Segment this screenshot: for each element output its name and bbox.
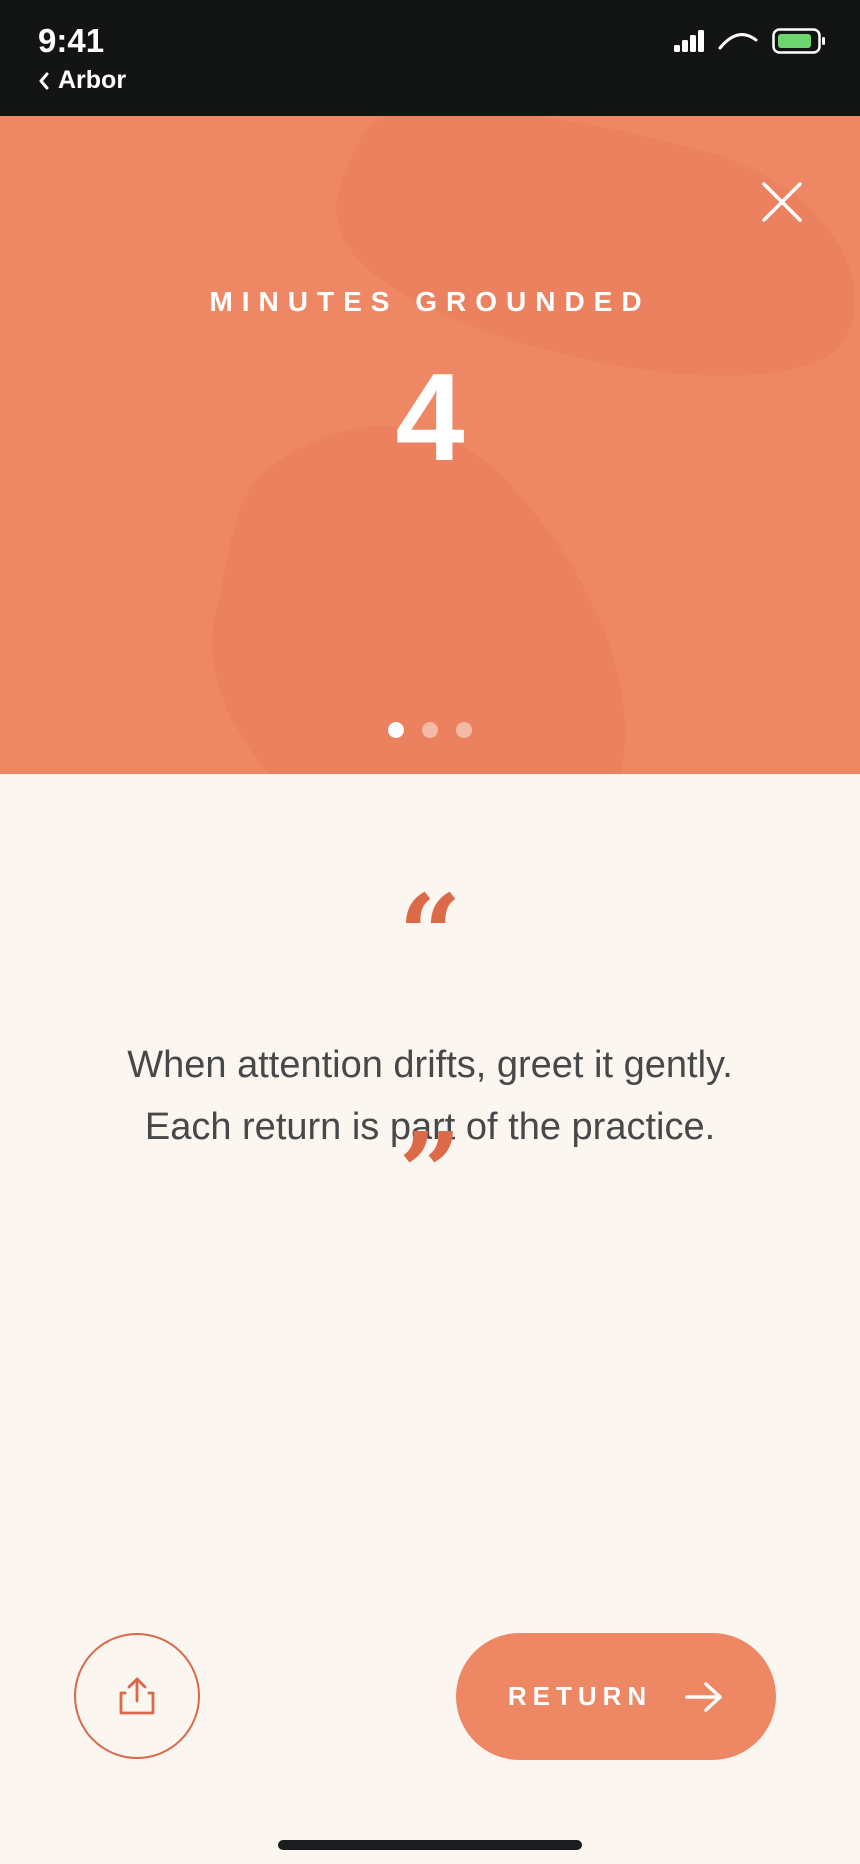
open-quote-mark: “	[398, 870, 462, 999]
home-indicator[interactable]	[278, 1840, 582, 1850]
status-time: 9:41	[38, 22, 105, 59]
wifi-icon	[718, 33, 758, 50]
status-icons	[674, 28, 826, 54]
arrow-right-icon	[685, 1681, 722, 1712]
back-link-label: Arbor	[58, 66, 127, 94]
close-quote-mark: ”	[398, 1108, 462, 1237]
stat-value: 4	[395, 349, 465, 487]
share-button[interactable]	[74, 1633, 200, 1759]
share-icon	[119, 1677, 155, 1715]
session-summary-card: MINUTES GROUNDED 4	[0, 116, 860, 774]
return-button-label: RETURN	[507, 1681, 653, 1711]
close-button[interactable]	[760, 180, 804, 224]
back-to-app-link[interactable]: Arbor	[38, 66, 126, 95]
battery-icon	[772, 28, 825, 54]
status-bar: 9:41 Arbor	[0, 0, 860, 116]
close-icon	[762, 182, 802, 222]
page-dot-1[interactable]	[388, 722, 404, 738]
cellular-signal-icon	[674, 30, 704, 52]
chevron-left-icon	[39, 72, 49, 89]
page-indicator	[0, 722, 860, 738]
stat-label: MINUTES GROUNDED	[209, 286, 651, 317]
page-dot-3[interactable]	[456, 722, 472, 738]
return-button[interactable]: RETURN	[456, 1633, 776, 1760]
page-dot-2[interactable]	[422, 722, 438, 738]
